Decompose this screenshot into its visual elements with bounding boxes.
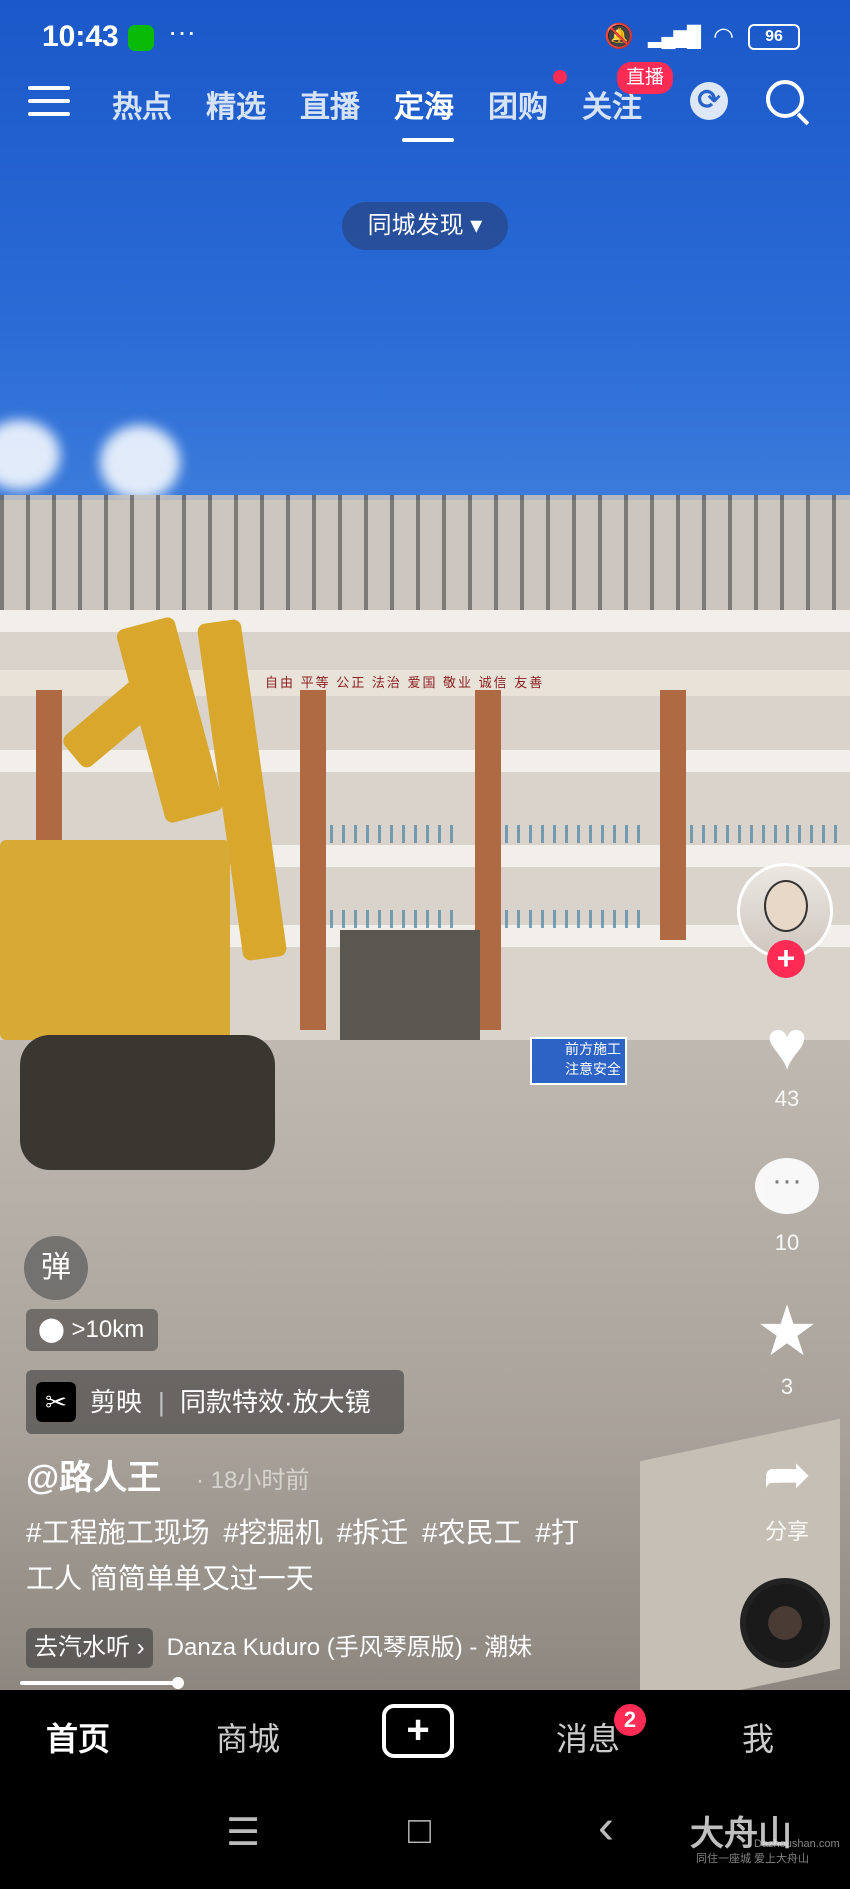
messages-badge: 2 — [614, 1704, 646, 1736]
feed-tabs: 热点 精选 直播 定海 团购 关注 — [112, 82, 676, 142]
go-listen-link[interactable]: 去汽水听 › — [26, 1628, 153, 1668]
video-frame[interactable]: 自由 平等 公正 法治 爱国 敬业 诚信 友善 前方施工 注意安全 — [0, 0, 850, 1690]
sign-text: 前方施工 — [565, 1041, 621, 1057]
menu-icon[interactable] — [28, 86, 70, 122]
video-description[interactable]: #工程施工现场 #挖掘机 #拆迁 #农民工 #打 工人 简简单单又过一天 — [26, 1510, 646, 1602]
post-time: · 18小时前 — [196, 1467, 310, 1494]
nav-home[interactable]: 首页 — [46, 1714, 110, 1760]
like-count: 43 — [774, 1086, 800, 1111]
tab-live[interactable]: 直播 — [300, 82, 394, 126]
wechat-icon — [128, 25, 154, 51]
favorite-count: 3 — [780, 1374, 794, 1399]
capcut-effect-name: 同款特效·放大镜 — [180, 1387, 371, 1417]
balcony-rail — [330, 910, 460, 928]
share-label: 分享 — [764, 1519, 809, 1544]
battery-icon: 96 — [748, 23, 800, 50]
signal-icon: ▂▄▆█ — [647, 26, 701, 48]
capcut-logo-icon: ✂ — [36, 1382, 76, 1422]
nav-me[interactable]: 我 — [742, 1714, 774, 1760]
status-icons: 🔕 ▂▄▆█ ◠ 96 — [604, 22, 800, 51]
tab-hot[interactable]: 热点 — [112, 82, 206, 126]
create-button[interactable]: + — [382, 1704, 454, 1758]
location-pin-icon: ⬤ — [38, 1316, 72, 1343]
tab-local[interactable]: 定海 — [394, 82, 488, 142]
excavator-track — [20, 1035, 275, 1170]
more-notifications-icon: ··· — [168, 16, 196, 47]
divider: | — [158, 1387, 165, 1417]
balcony-rail — [505, 910, 645, 928]
music-title: Danza Kuduro (手风琴原版) - 潮妹 — [166, 1634, 533, 1661]
sign-text: 注意安全 — [565, 1061, 621, 1077]
balcony-rail — [690, 825, 840, 843]
bottom-nav: 首页 商城 + 消息 2 我 — [0, 1690, 850, 1780]
nav-mall[interactable]: 商城 — [216, 1714, 280, 1760]
local-discover-dropdown[interactable]: 同城发现 ▾ — [342, 202, 508, 250]
tab-featured[interactable]: 精选 — [206, 82, 300, 126]
clock: 10:43 — [42, 20, 119, 53]
star-icon[interactable]: ★ — [752, 1296, 822, 1366]
distance-badge[interactable]: ⬤ >10km — [26, 1309, 159, 1351]
pillar — [36, 690, 62, 840]
refresh-icon[interactable] — [690, 82, 728, 120]
tab-group-buy[interactable]: 团购 — [488, 82, 582, 126]
comment-count: 10 — [774, 1230, 800, 1255]
description-line: 工人 简简单单又过一天 — [26, 1563, 314, 1594]
cloud — [100, 425, 180, 500]
excavator — [0, 840, 230, 1040]
follow-button[interactable]: + — [767, 940, 805, 978]
video-progress-bar[interactable] — [20, 1681, 180, 1685]
recent-apps-button[interactable]: ☰ — [226, 1810, 260, 1855]
watermark-slogan: 同住一座城 爱上大舟山 — [696, 1853, 810, 1865]
floor-band — [0, 750, 850, 772]
balcony-rail — [505, 825, 645, 843]
notification-dot — [553, 70, 567, 84]
description-line: #工程施工现场 #挖掘机 #拆迁 #农民工 #打 — [26, 1517, 579, 1548]
pillar — [300, 690, 326, 1030]
back-button[interactable]: ‹ — [598, 1800, 614, 1855]
capcut-app-name: 剪映 — [90, 1387, 143, 1417]
status-bar: 10:43 ··· 🔕 ▂▄▆█ ◠ 96 — [0, 0, 850, 76]
music-disc-icon[interactable] — [740, 1578, 830, 1668]
distance-text: >10km — [71, 1316, 145, 1343]
progress-handle[interactable] — [172, 1677, 184, 1689]
wifi-icon: ◠ — [713, 23, 734, 50]
search-icon[interactable] — [766, 80, 804, 118]
capcut-effect-banner[interactable]: ✂ 剪映 | 同款特效·放大镜 — [26, 1370, 404, 1434]
watermark-url: Dazhoushan.com — [754, 1838, 840, 1850]
avatar-face — [764, 880, 808, 932]
nav-messages[interactable]: 消息 — [556, 1714, 620, 1760]
balcony-rail — [330, 825, 460, 843]
pillar — [660, 690, 686, 940]
construction-sign: 前方施工 注意安全 — [530, 1037, 627, 1085]
heart-icon[interactable]: ♥ — [752, 1010, 822, 1080]
live-badge[interactable]: 直播 — [617, 62, 673, 94]
mute-icon: 🔕 — [604, 23, 634, 50]
home-button[interactable]: □ — [408, 1810, 431, 1853]
author-name[interactable]: @路人王 — [26, 1450, 161, 1499]
share-icon[interactable]: ➦ — [752, 1440, 822, 1510]
music-row[interactable]: 去汽水听 › Danza Kuduro (手风琴原版) - 潮妹 — [26, 1628, 532, 1668]
danmu-button[interactable]: 弹 — [24, 1236, 88, 1300]
comment-icon[interactable]: ··· — [752, 1158, 822, 1214]
building-roof — [0, 495, 850, 610]
building-entrance — [340, 930, 480, 1040]
